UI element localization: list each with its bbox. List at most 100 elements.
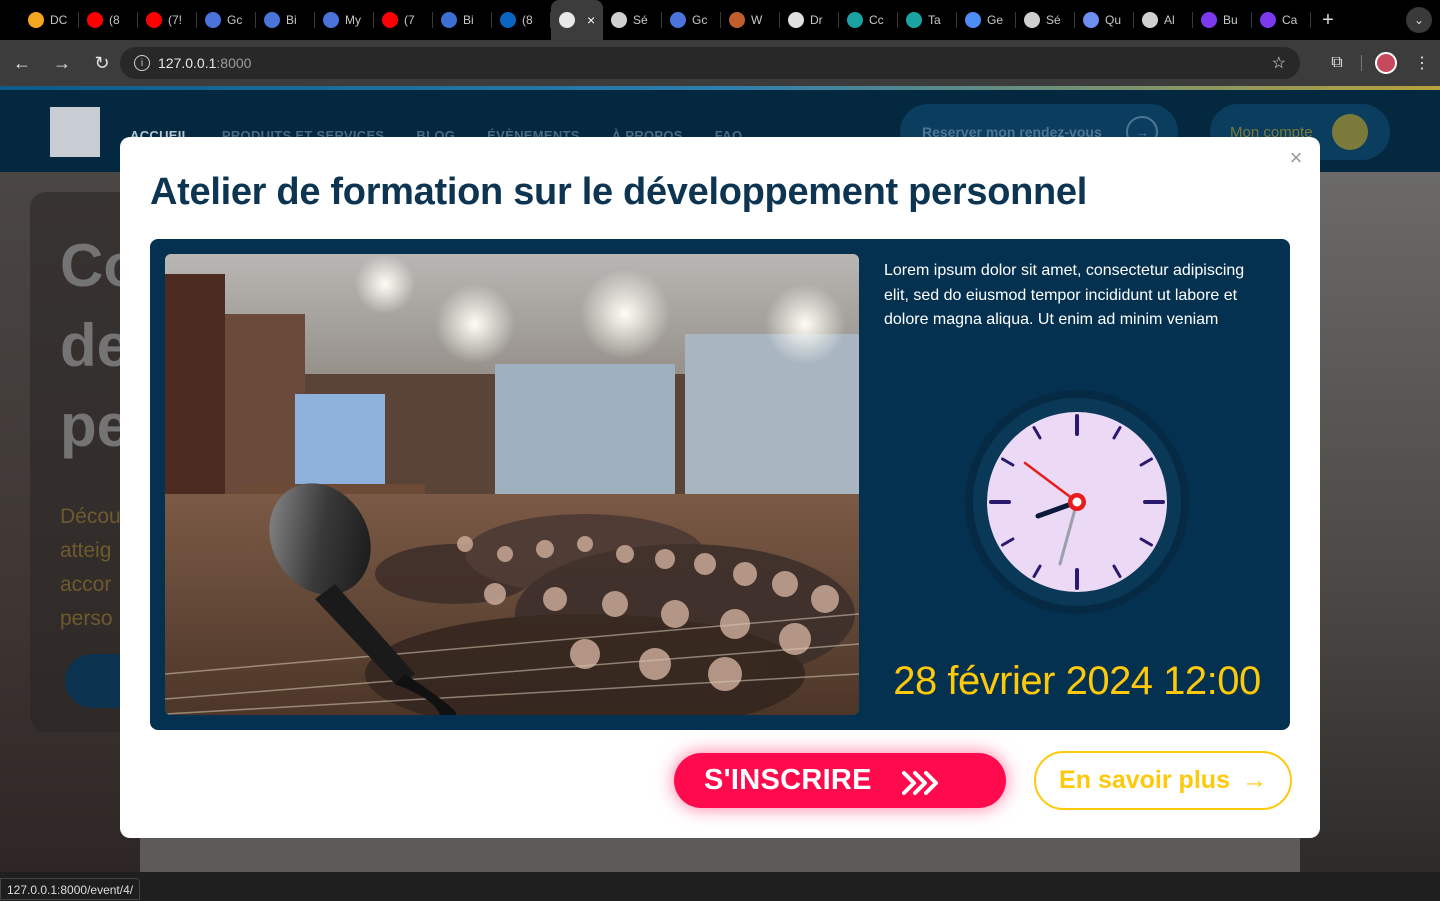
address-bar[interactable]: i 127.0.0.1:8000 ☆ — [120, 47, 1300, 79]
browser-tab[interactable]: Dr — [780, 0, 839, 40]
kebab-menu-icon[interactable]: ⋮ — [1404, 45, 1440, 81]
store-icon — [441, 12, 457, 28]
clock-illustration — [965, 390, 1189, 614]
browser-tab[interactable]: Al — [1134, 0, 1193, 40]
s-icon — [847, 12, 863, 28]
event-photo — [165, 254, 859, 715]
browser-tab[interactable]: (7! — [138, 0, 197, 40]
reload-icon[interactable]: ↻ — [84, 45, 120, 81]
drive-icon — [28, 12, 44, 28]
arrow-right-icon: → — [1241, 766, 1267, 794]
browser-tab[interactable]: (7 — [374, 0, 433, 40]
tab-title: My — [345, 13, 361, 27]
browser-tab[interactable]: (8 — [492, 0, 551, 40]
new-tab-icon[interactable]: + — [1317, 9, 1339, 32]
tab-title: Bu — [1223, 13, 1238, 27]
c-icon — [264, 12, 280, 28]
url-port: :8000 — [216, 55, 252, 71]
profile-avatar[interactable] — [1368, 45, 1404, 81]
url-host: 127.0.0.1 — [158, 55, 217, 71]
register-label: S'INSCRIRE — [704, 764, 872, 796]
browser-tab[interactable]: Bu — [1193, 0, 1252, 40]
w-icon — [729, 12, 745, 28]
link-status-bar: 127.0.0.1:8000/event/4/ — [0, 878, 141, 900]
event-date: 28 février 2024 12:00 — [893, 659, 1261, 703]
event-modal: × Atelier de formation sur le développem… — [120, 137, 1320, 838]
tab-title: Ge — [987, 13, 1004, 27]
hero-image-right — [1300, 172, 1440, 872]
youtube-icon — [382, 12, 398, 28]
register-button[interactable]: S'INSCRIRE — [674, 753, 1006, 808]
tab-title: Ta — [928, 13, 941, 27]
site-logo[interactable] — [50, 107, 100, 157]
openai-icon — [1024, 12, 1040, 28]
browser-tab[interactable]: Sé — [603, 0, 662, 40]
browser-tab[interactable]: (8 — [79, 0, 138, 40]
page-icon — [559, 12, 575, 28]
tab-title: (8 — [522, 13, 533, 27]
learn-more-label: En savoir plus — [1059, 766, 1230, 794]
browser-tab[interactable]: Bi — [433, 0, 492, 40]
tab-title: Sé — [1046, 13, 1061, 27]
tab-title: Bi — [286, 13, 297, 27]
tab-strip: DC (8 (7! Gc Bi My (7 Bi (8 × Sé Gc W Dr Cc Ta Ge Sé Qu Al B… — [0, 0, 1440, 40]
browser-tab[interactable]: Gc — [197, 0, 256, 40]
browser-tab[interactable]: DC — [20, 0, 79, 40]
tab-title: DC — [50, 13, 68, 27]
tab-title: Al — [1164, 13, 1175, 27]
browser-tab[interactable]: My — [315, 0, 374, 40]
c-icon — [205, 12, 221, 28]
bookmark-star-icon[interactable]: ☆ — [1272, 53, 1286, 73]
extensions-icon[interactable]: ⧉ — [1319, 45, 1355, 81]
toolbar-divider — [1361, 55, 1362, 71]
modal-title: Atelier de formation sur le développemen… — [150, 171, 1088, 213]
loader-icon — [1142, 12, 1158, 28]
tab-search-button[interactable]: ⌄ — [1406, 7, 1432, 33]
dribbble-icon — [788, 12, 804, 28]
tab-title: Ca — [1282, 13, 1298, 27]
browser-tab[interactable]: Cc — [839, 0, 898, 40]
close-icon[interactable]: × — [1286, 147, 1306, 169]
back-arrow-icon[interactable]: ← — [4, 45, 40, 81]
browser-tab[interactable]: Sé — [1016, 0, 1075, 40]
youtube-icon — [146, 12, 162, 28]
browser-tab[interactable]: W — [721, 0, 780, 40]
forward-arrow-icon[interactable]: → — [44, 45, 80, 81]
browser-tab[interactable]: Gc — [662, 0, 721, 40]
linkedin-icon — [500, 12, 516, 28]
ui-icon — [1201, 12, 1217, 28]
tab-title: Gc — [692, 13, 708, 27]
tab-title: Bi — [463, 13, 474, 27]
tab-title: Qu — [1105, 13, 1122, 27]
c-icon — [323, 12, 339, 28]
tab-title: Sé — [633, 13, 648, 27]
browser-tab[interactable]: × — [551, 0, 603, 40]
tab-title: (7! — [168, 13, 183, 27]
s-icon — [906, 12, 922, 28]
site-info-icon[interactable]: i — [134, 55, 150, 71]
youtube-icon — [87, 12, 103, 28]
tab-title: Dr — [810, 13, 823, 27]
openai-icon — [611, 12, 627, 28]
tab-title: (8 — [109, 13, 120, 27]
tab-title: W — [751, 13, 763, 27]
user-icon — [1332, 114, 1368, 150]
browser-tab[interactable]: Ta — [898, 0, 957, 40]
tab-title: Cc — [869, 13, 884, 27]
learn-more-button[interactable]: En savoir plus → — [1034, 751, 1292, 810]
event-description: Lorem ipsum dolor sit amet, consectetur … — [884, 262, 1245, 328]
browser-tab[interactable]: Ca — [1252, 0, 1311, 40]
q-icon — [1083, 12, 1099, 28]
browser-toolbar: ← → ↻ i 127.0.0.1:8000 ☆ ⧉ ⋮ — [0, 40, 1440, 86]
event-panel: Lorem ipsum dolor sit amet, consectetur … — [150, 239, 1290, 730]
close-tab-icon[interactable]: × — [587, 12, 595, 28]
triple-chevron-icon — [902, 771, 938, 795]
browser-tab[interactable]: Qu — [1075, 0, 1134, 40]
ui-icon — [1260, 12, 1276, 28]
c-icon — [670, 12, 686, 28]
conference-room-image — [165, 254, 859, 715]
tab-title: Gc — [227, 13, 243, 27]
browser-tab[interactable]: Bi — [256, 0, 315, 40]
tab-title: (7 — [404, 13, 415, 27]
browser-tab[interactable]: Ge — [957, 0, 1016, 40]
